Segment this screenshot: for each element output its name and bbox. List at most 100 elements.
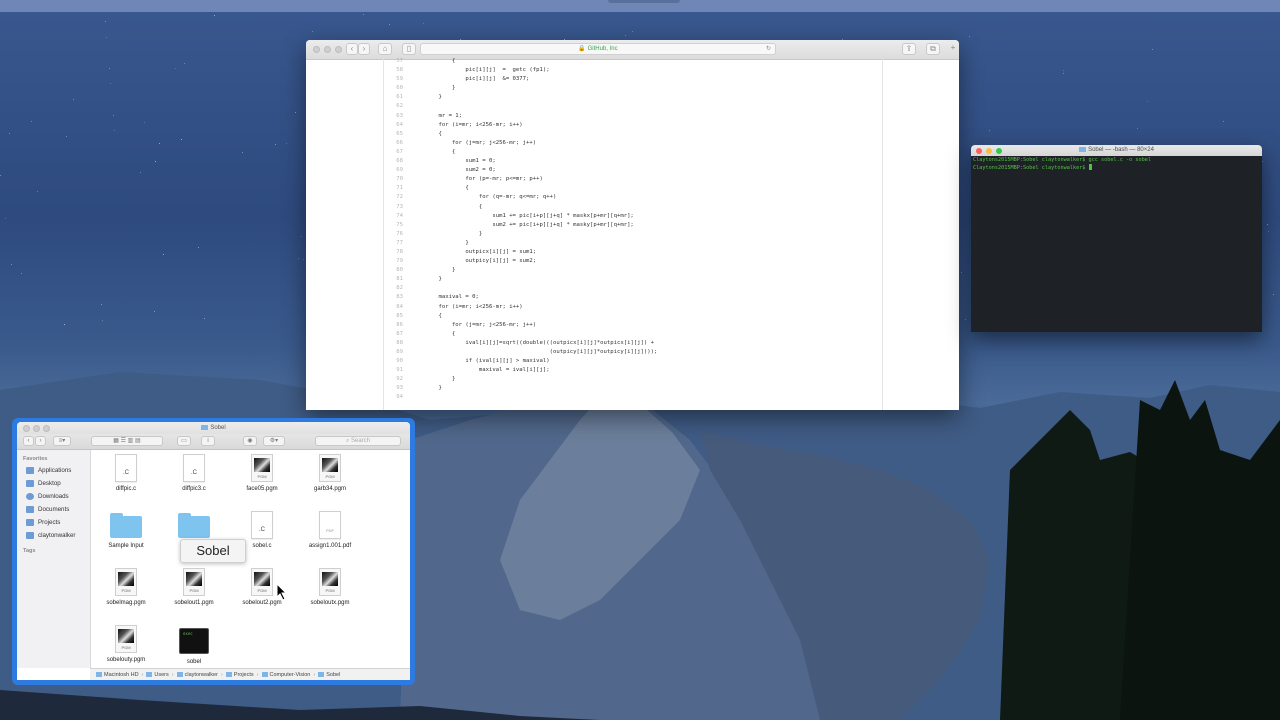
code-text: }: [425, 385, 442, 392]
path-separator: ›: [220, 672, 223, 678]
minimize-button[interactable]: [986, 148, 992, 154]
code-line: 69 sum2 = 0;: [384, 166, 880, 175]
c-file-icon: .C: [251, 511, 273, 539]
forward-button[interactable]: ›: [35, 436, 46, 446]
terminal-title: Sobel — -bash — 80×24: [1088, 147, 1154, 153]
code-line: 78 outpicx[i][j] = sum1;: [384, 248, 880, 257]
finder-toolbar: ‹ › ≡▾ ▦ ☰ ▥ ▤ ▭ i ◉ ⚙▾ ⌕ Search: [17, 434, 410, 450]
file-item[interactable]: PGM sobelouty.pgm: [92, 625, 160, 663]
code-line: 77 }: [384, 239, 880, 248]
code-line: 85 {: [384, 312, 880, 321]
line-number: 79: [396, 258, 403, 265]
pgm-file-icon: PGM: [251, 454, 273, 482]
path-segment[interactable]: Users: [154, 672, 168, 678]
code-line: 61 }: [384, 93, 880, 102]
path-segment[interactable]: Macintosh HD: [104, 672, 139, 678]
sidebar-icon[interactable]: ▯: [402, 43, 416, 55]
minimize-button[interactable]: [324, 46, 331, 53]
search-input[interactable]: ⌕ Search: [315, 436, 401, 446]
path-segment[interactable]: Projects: [234, 672, 254, 678]
page-content: 57 {58 pic[i][j] = getc (fp1); 59 pic[i][…: [306, 57, 959, 410]
code-line: 63 mr = 1;: [384, 112, 880, 121]
tabs-icon[interactable]: ⧉: [926, 43, 940, 55]
minimize-button[interactable]: [33, 425, 40, 432]
home-icon[interactable]: ⌂: [378, 43, 392, 55]
file-name: Sample Input: [108, 543, 144, 549]
sidebar-item-applications[interactable]: Applications: [17, 464, 90, 477]
file-item[interactable]: PGM sobeloutx.pgm: [296, 568, 364, 606]
sidebar-item-projects[interactable]: Projects: [17, 516, 90, 529]
code-line: 65 {: [384, 130, 880, 139]
line-number: 92: [396, 376, 403, 383]
pgm-file-icon: PGM: [251, 568, 273, 596]
code-text: }: [425, 85, 456, 92]
code-text: outpicx[i][j] = sum1;: [425, 248, 537, 255]
line-number: 67: [396, 148, 403, 155]
close-button[interactable]: [313, 46, 320, 53]
line-number: 80: [396, 267, 403, 274]
code-text: sum2 += pic[i+p][j+q] * masky[p+mr][q+mr…: [425, 221, 634, 228]
folder-icon: [201, 425, 209, 430]
gear-icon[interactable]: ⚙▾: [263, 436, 285, 446]
line-number: 63: [396, 112, 403, 119]
file-item[interactable]: PDF assign1.001.pdf: [296, 511, 364, 549]
back-button[interactable]: ‹: [23, 436, 34, 446]
file-item[interactable]: PGM garb34.pgm: [296, 454, 364, 492]
file-item[interactable]: PGM sobelmag.pgm: [92, 568, 160, 606]
new-tab-icon[interactable]: +: [948, 43, 958, 55]
path-separator: ›: [141, 672, 144, 678]
share-icon[interactable]: ⇪: [902, 43, 916, 55]
eye-icon[interactable]: ◉: [243, 436, 257, 446]
zoom-button[interactable]: [996, 148, 1002, 154]
source-code[interactable]: 57 {58 pic[i][j] = getc (fp1); 59 pic[i][…: [384, 57, 880, 403]
address-bar[interactable]: 🔒 GitHub, Inc ↻: [420, 43, 776, 55]
line-number: 91: [396, 367, 403, 374]
forward-button[interactable]: ›: [358, 43, 370, 55]
new-folder-icon[interactable]: ▭: [177, 436, 191, 446]
zoom-button[interactable]: [335, 46, 342, 53]
reload-icon[interactable]: ↻: [766, 44, 771, 54]
code-line: 81 }: [384, 275, 880, 284]
sidebar-item-downloads[interactable]: Downloads: [17, 490, 90, 503]
file-item[interactable]: PGM sobelout1.pgm: [160, 568, 228, 606]
sidebar-item-documents[interactable]: Documents: [17, 503, 90, 516]
file-item[interactable]: exec sobel: [160, 625, 228, 665]
code-line: 68 sum1 = 0;: [384, 157, 880, 166]
code-text: {: [425, 130, 442, 137]
close-button[interactable]: [976, 148, 982, 154]
terminal-output[interactable]: Claytons2015MBP:Sobel claytonwalker$ gcc…: [971, 156, 1262, 173]
zoom-button[interactable]: [43, 425, 50, 432]
sidebar-item-desktop[interactable]: Desktop: [17, 477, 90, 490]
code-text: for (i=mr; i<256-mr; i++): [425, 121, 523, 128]
code-line: 92 }: [384, 375, 880, 384]
sidebar-item-label: Applications: [38, 467, 72, 474]
line-number: 60: [396, 85, 403, 92]
line-number: 93: [396, 385, 403, 392]
file-name: assign1.001.pdf: [308, 543, 352, 549]
close-button[interactable]: [23, 425, 30, 432]
sidebar-item-home[interactable]: claytonwalker: [17, 529, 90, 542]
line-number: 76: [396, 230, 403, 237]
file-item[interactable]: Sample Input: [92, 511, 160, 549]
view-mode-icons[interactable]: ▦ ☰ ▥ ▤: [91, 436, 163, 446]
arrange-icon[interactable]: ≡▾: [53, 436, 71, 446]
code-line: 59 pic[i][j] &= 0377;: [384, 75, 880, 84]
file-item[interactable]: .C diffpic.c: [92, 454, 160, 492]
code-line: 87 {: [384, 330, 880, 339]
terminal-titlebar: Sobel — -bash — 80×24: [971, 145, 1262, 156]
sidebar-item-label: claytonwalker: [38, 532, 76, 539]
code-text: sum2 = 0;: [425, 167, 496, 174]
file-item[interactable]: .C diffpic3.c: [160, 454, 228, 492]
path-segment[interactable]: claytonwalker: [185, 672, 218, 678]
back-button[interactable]: ‹: [346, 43, 358, 55]
path-segment[interactable]: Computer-Vision: [270, 672, 311, 678]
code-text: for (p=-mr; p<=mr; p++): [425, 176, 543, 183]
folder-icon: [178, 513, 210, 538]
file-item[interactable]: PGM face05.pgm: [228, 454, 296, 492]
line-number: 68: [396, 158, 403, 165]
pdf-file-icon: PDF: [319, 511, 341, 539]
info-icon[interactable]: i: [201, 436, 215, 446]
path-segment[interactable]: Sobel: [326, 672, 340, 678]
terminal-prompt: Claytons2015MBP:Sobel claytonwalker$: [973, 165, 1089, 171]
folder-icon: [26, 519, 34, 526]
